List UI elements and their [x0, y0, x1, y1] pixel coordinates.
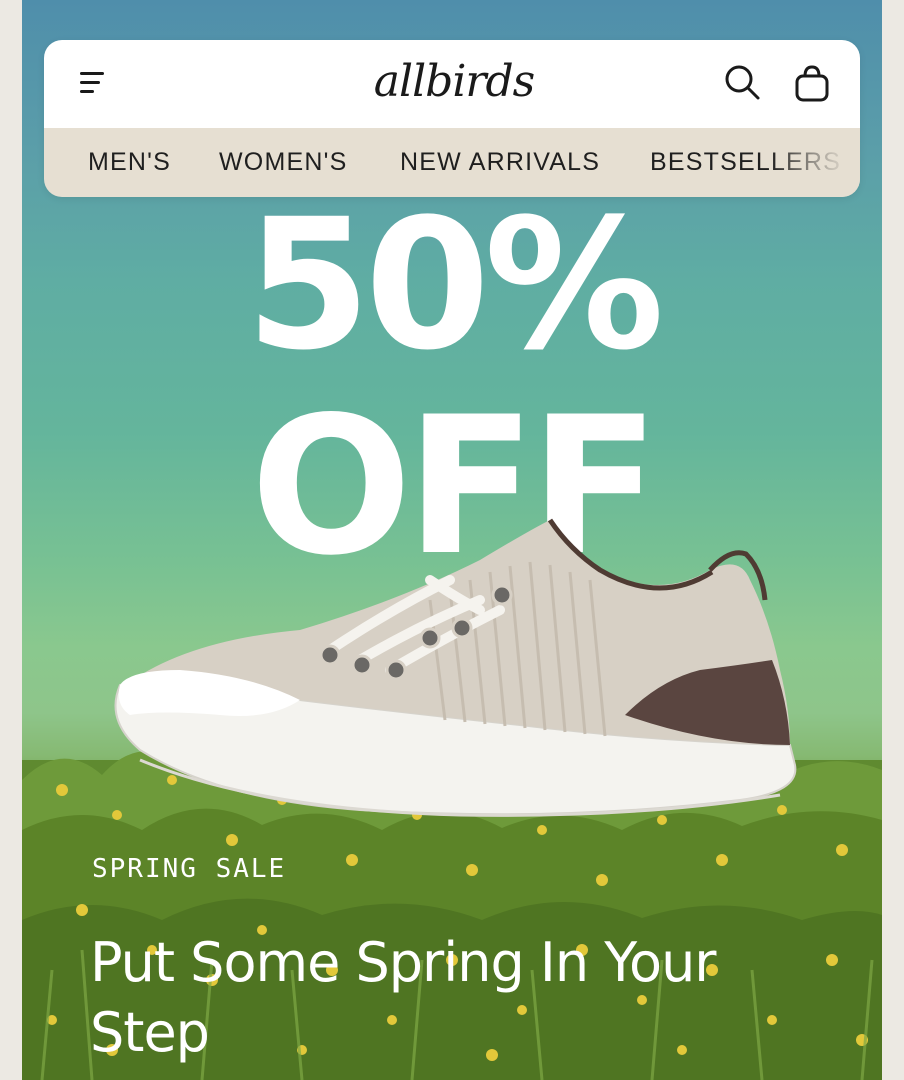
- header-top-bar: allbirds: [44, 40, 860, 128]
- sale-eyebrow: SPRING SALE: [92, 854, 287, 884]
- header-card: allbirds MEN'S WOMEN'S NEW ARRIVALS BEST…: [44, 40, 860, 197]
- menu-button[interactable]: [74, 68, 110, 100]
- search-icon: [725, 65, 760, 100]
- shopping-bag-icon: [795, 65, 829, 102]
- search-button[interactable]: [722, 62, 762, 102]
- cart-button[interactable]: [792, 62, 832, 104]
- nav-mens[interactable]: MEN'S: [88, 148, 171, 177]
- hero-headline[interactable]: Put Some Spring In Your Step: [90, 928, 790, 1068]
- page: 50% OFF allbirds MEN'S WOMEN'S NEW ARRIV…: [0, 0, 904, 1080]
- promo-percent-text: 50%: [245, 181, 665, 390]
- category-nav: MEN'S WOMEN'S NEW ARRIVALS BESTSELLERS: [44, 128, 860, 197]
- hamburger-menu-icon: [80, 72, 104, 93]
- nav-new-arrivals[interactable]: NEW ARRIVALS: [400, 148, 600, 177]
- nav-bestsellers[interactable]: BESTSELLERS: [650, 148, 841, 177]
- nav-womens[interactable]: WOMEN'S: [219, 148, 347, 177]
- sneaker-image: [114, 518, 797, 817]
- brand-logo[interactable]: allbirds: [364, 60, 544, 114]
